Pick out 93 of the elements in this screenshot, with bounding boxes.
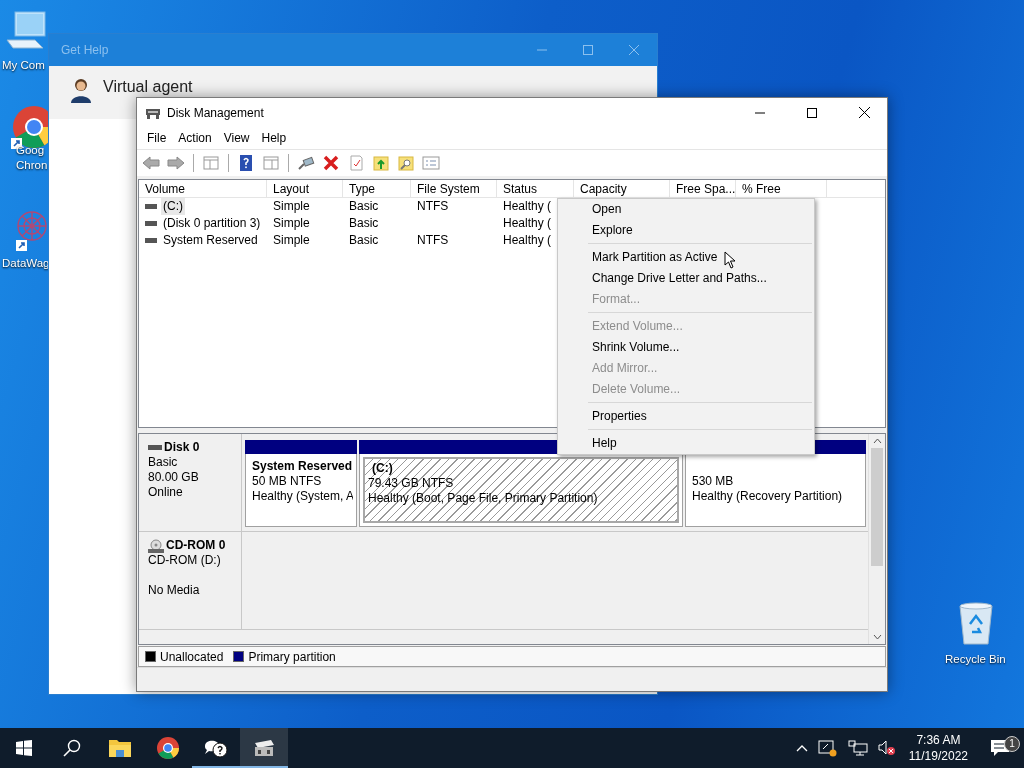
table-cell: Healthy (: [503, 199, 552, 213]
drive-icon: [145, 238, 157, 243]
menu-item[interactable]: Mark Partition as Active: [558, 247, 814, 268]
list-entry[interactable]: (Disk 0 partition 3): [161, 215, 263, 232]
menu-item[interactable]: File: [141, 129, 173, 147]
list-entry[interactable]: (C:): [161, 198, 185, 215]
time-label: 7:36 AM: [915, 732, 962, 748]
partition-size: 50 MB NTFS: [252, 474, 323, 489]
menu-item[interactable]: View: [217, 129, 256, 147]
network-icon: [847, 740, 868, 756]
partition-box[interactable]: 530 MB Healthy (Recovery Partition): [685, 454, 866, 527]
disk-detail: CD-ROM (D:): [148, 553, 222, 568]
disk-status: Online: [148, 485, 184, 500]
drive-icon: [145, 221, 157, 226]
plug-icon[interactable]: [297, 154, 315, 172]
clock[interactable]: 7:36 AM 11/19/2022: [900, 732, 976, 764]
legend-label: Unallocated: [160, 648, 224, 666]
legend-label: Primary partition: [248, 648, 336, 666]
agent-label: Virtual agent: [103, 77, 193, 96]
icon-label[interactable]: My Com: [2, 58, 45, 73]
table-cell: Healthy (: [503, 216, 552, 230]
close-icon: [629, 45, 639, 55]
date-label: 11/19/2022: [908, 748, 968, 764]
delete-icon[interactable]: [322, 154, 340, 172]
menu-item[interactable]: Properties: [558, 406, 814, 427]
column-header[interactable]: Free Spa...: [670, 180, 736, 197]
menu-item[interactable]: Explore: [558, 220, 814, 241]
maximize-icon: [807, 107, 817, 118]
windows-icon: [16, 740, 32, 756]
window-title: Get Help: [60, 42, 110, 59]
partition-box[interactable]: (C:) 79.43 GB NTFS Healthy (Boot, Page File, Primary Partition): [359, 454, 683, 527]
partition-size: 79.43 GB NTFS: [368, 476, 455, 491]
partition-status: Healthy (Recovery Partition): [692, 489, 844, 504]
column-header[interactable]: Type: [343, 180, 411, 197]
icon-label[interactable]: Recycle Bin: [945, 652, 1006, 667]
column-header[interactable]: Status: [497, 180, 574, 197]
column-header[interactable]: Volume: [139, 180, 267, 197]
disk-status: No Media: [148, 583, 201, 598]
table-cell: Simple: [273, 199, 310, 213]
table-cell: Basic: [349, 233, 379, 247]
drive-icon: [145, 204, 157, 209]
search-icon: [63, 739, 81, 757]
scrollbar-thumb[interactable]: [871, 448, 883, 566]
folder-up-icon[interactable]: [372, 154, 390, 172]
help-icon[interactable]: [237, 154, 255, 172]
back-icon[interactable]: [142, 154, 160, 172]
folder-icon: [108, 738, 132, 758]
disk-detail: 80.00 GB: [148, 470, 200, 485]
drive-icon: [148, 443, 162, 452]
menu-item[interactable]: Help: [558, 433, 814, 454]
partition-status: Healthy (Boot, Page File, Primary Partition): [368, 491, 599, 506]
notification-count: 1: [1004, 736, 1020, 752]
window-title: Disk Management: [167, 104, 265, 122]
menu-item[interactable]: Help: [255, 129, 293, 147]
cd-drive-icon: [148, 538, 164, 553]
partition-name: (C:): [371, 461, 394, 476]
menu-item[interactable]: Change Drive Letter and Paths...: [558, 268, 814, 289]
column-header[interactable]: File System: [411, 180, 497, 197]
menu-item[interactable]: Shrink Volume...: [558, 337, 814, 358]
chrome-icon: [156, 736, 180, 760]
disk-name: Disk 0: [164, 440, 200, 455]
table-cell: NTFS: [417, 233, 449, 247]
partition-name: System Reserved: [252, 459, 350, 474]
disk-detail: Basic: [148, 455, 179, 470]
icon-label[interactable]: DataWag: [2, 256, 50, 271]
speaker-muted-icon: [877, 740, 896, 756]
table-cell: Healthy (: [503, 233, 552, 247]
table-cell: Simple: [273, 233, 310, 247]
table-cell: Basic: [349, 216, 379, 230]
maximize-icon: [583, 45, 593, 55]
table-cell: NTFS: [417, 199, 449, 213]
taskbar-app[interactable]: [240, 728, 288, 768]
partition-size: 530 MB: [692, 474, 735, 489]
table-cell: Basic: [349, 199, 379, 213]
chevron-up-icon: [795, 744, 808, 752]
forward-icon[interactable]: [167, 154, 185, 172]
device-icon: [817, 739, 838, 757]
drive-icon: [252, 738, 276, 758]
disk-name: CD-ROM 0: [166, 538, 226, 553]
column-header[interactable]: % Free: [736, 180, 827, 197]
close-icon: [858, 107, 870, 118]
notification-button[interactable]: 1: [976, 739, 1024, 757]
list-entry[interactable]: System Reserved: [161, 232, 260, 249]
menu-item[interactable]: Open: [558, 199, 814, 220]
folder-search-icon[interactable]: [397, 154, 415, 172]
table-cell: Simple: [273, 216, 310, 230]
icon-label[interactable]: Goog Chron: [16, 143, 48, 173]
person-icon: [69, 77, 93, 103]
menu-item[interactable]: Action: [172, 129, 218, 147]
checklist-icon[interactable]: [347, 154, 365, 172]
column-header[interactable]: Capacity: [574, 180, 670, 197]
cursor-icon: [724, 251, 736, 269]
column-header[interactable]: Layout: [267, 180, 343, 197]
